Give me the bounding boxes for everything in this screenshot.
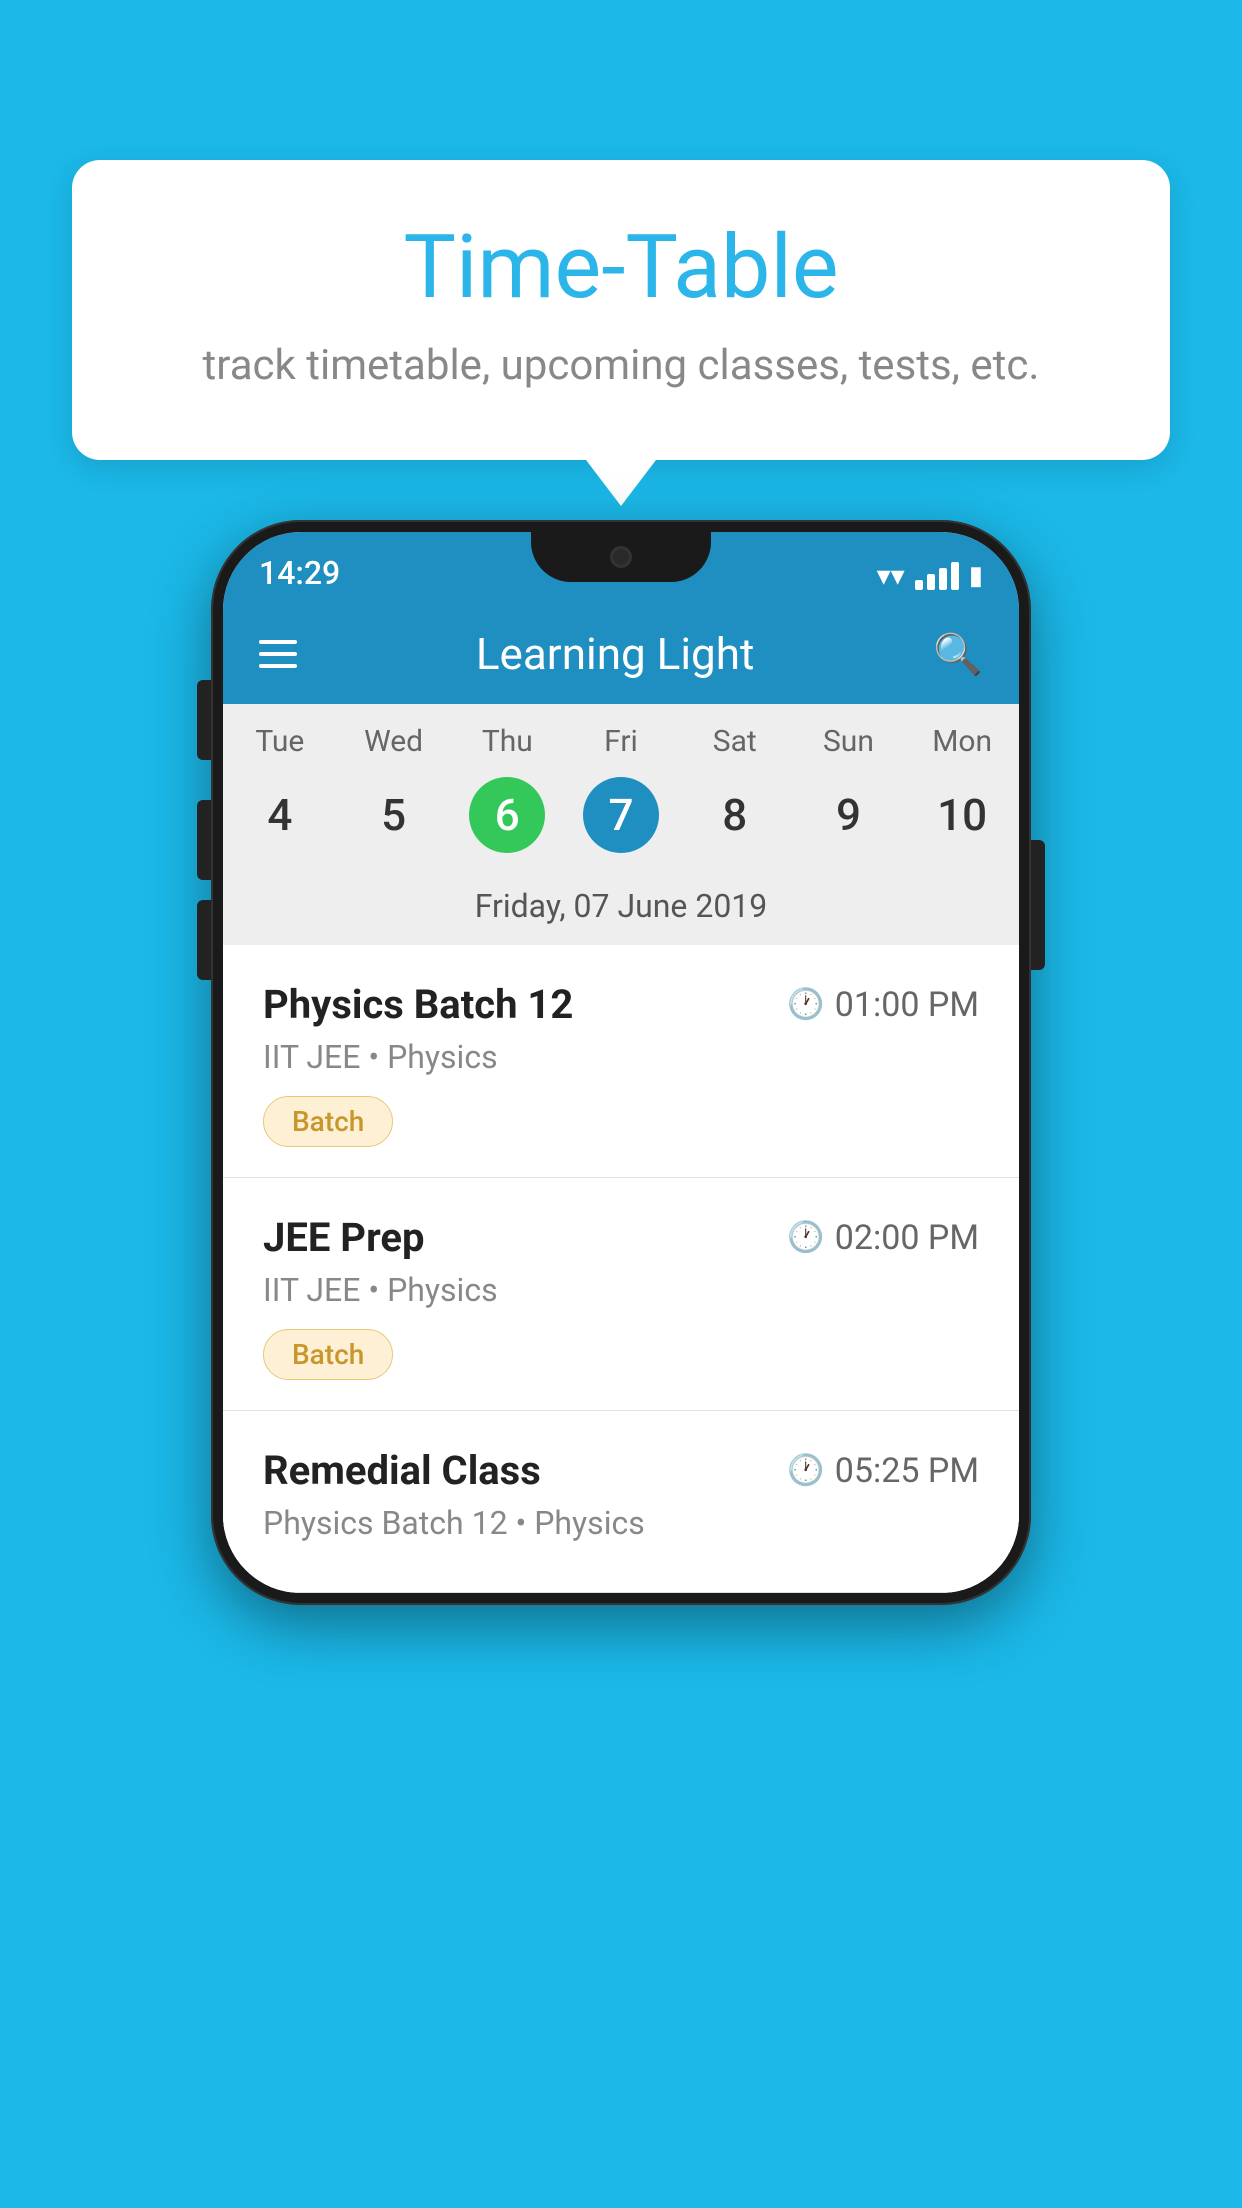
app-header: Learning Light 🔍 — [223, 604, 1019, 704]
day-9[interactable]: 9 — [792, 775, 906, 855]
clock-icon-1: 🕐 — [787, 987, 824, 1022]
batch-badge-2: Batch — [263, 1329, 393, 1380]
day-header-tue: Tue — [223, 724, 337, 759]
day-circle-6: 6 — [469, 777, 545, 853]
clock-icon-3: 🕐 — [787, 1453, 824, 1488]
day-6[interactable]: 6 — [450, 775, 564, 855]
tooltip-subtitle: track timetable, upcoming classes, tests… — [152, 341, 1090, 390]
day-header-mon: Mon — [905, 724, 1019, 759]
schedule-item-3-title: Remedial Class — [263, 1447, 541, 1494]
schedule-item-3[interactable]: Remedial Class 🕐 05:25 PM Physics Batch … — [223, 1411, 1019, 1593]
batch-badge-1: Batch — [263, 1096, 393, 1147]
schedule-item-1-header: Physics Batch 12 🕐 01:00 PM — [263, 981, 979, 1028]
battery-icon: ▮ — [969, 561, 983, 591]
hamburger-menu-icon[interactable] — [259, 640, 297, 668]
search-icon[interactable]: 🔍 — [933, 631, 983, 678]
signal-bars-icon — [915, 562, 959, 590]
phone-outer: 14:29 ▾▾ ▮ — [211, 520, 1031, 1605]
phone-mockup: 14:29 ▾▾ ▮ — [211, 520, 1031, 1605]
day-5[interactable]: 5 — [337, 775, 451, 855]
camera-icon — [610, 546, 632, 568]
phone-notch — [531, 532, 711, 582]
tooltip-card: Time-Table track timetable, upcoming cla… — [72, 160, 1170, 460]
schedule-item-2-time-value: 02:00 PM — [835, 1218, 979, 1258]
schedule-item-2-time: 🕐 02:00 PM — [787, 1218, 979, 1258]
app-title: Learning Light — [476, 628, 755, 680]
schedule-item-1-time: 🕐 01:00 PM — [787, 985, 979, 1025]
day-8[interactable]: 8 — [678, 775, 792, 855]
day-10[interactable]: 10 — [905, 775, 1019, 855]
schedule-item-1-time-value: 01:00 PM — [835, 985, 979, 1025]
schedule-item-2-header: JEE Prep 🕐 02:00 PM — [263, 1214, 979, 1261]
schedule-list: Physics Batch 12 🕐 01:00 PM IIT JEE • Ph… — [223, 945, 1019, 1593]
day-circle-7: 7 — [583, 777, 659, 853]
day-4[interactable]: 4 — [223, 775, 337, 855]
schedule-item-3-subtitle: Physics Batch 12 • Physics — [263, 1504, 979, 1542]
status-time: 14:29 — [259, 554, 340, 592]
schedule-item-2-subtitle: IIT JEE • Physics — [263, 1271, 979, 1309]
schedule-item-1-subtitle: IIT JEE • Physics — [263, 1038, 979, 1076]
schedule-item-2[interactable]: JEE Prep 🕐 02:00 PM IIT JEE • Physics Ba… — [223, 1178, 1019, 1411]
schedule-item-2-title: JEE Prep — [263, 1214, 424, 1261]
day-header-sat: Sat — [678, 724, 792, 759]
schedule-item-1-title: Physics Batch 12 — [263, 981, 573, 1028]
wifi-icon: ▾▾ — [877, 559, 905, 592]
day-numbers: 4 5 6 7 8 9 10 — [223, 767, 1019, 875]
day-headers: Tue Wed Thu Fri Sat Sun Mon — [223, 704, 1019, 767]
status-icons: ▾▾ ▮ — [877, 559, 983, 592]
day-header-fri: Fri — [564, 724, 678, 759]
selected-date-label: Friday, 07 June 2019 — [223, 875, 1019, 945]
day-header-thu: Thu — [450, 724, 564, 759]
phone-inner: 14:29 ▾▾ ▮ — [223, 532, 1019, 1593]
calendar-section: Tue Wed Thu Fri Sat Sun Mon 4 5 6 7 — [223, 704, 1019, 945]
clock-icon-2: 🕐 — [787, 1220, 824, 1255]
day-7[interactable]: 7 — [564, 775, 678, 855]
tooltip-title: Time-Table — [152, 220, 1090, 317]
day-header-wed: Wed — [337, 724, 451, 759]
schedule-item-3-time-value: 05:25 PM — [835, 1451, 979, 1491]
day-header-sun: Sun — [792, 724, 906, 759]
schedule-item-3-time: 🕐 05:25 PM — [787, 1451, 979, 1491]
schedule-item-1[interactable]: Physics Batch 12 🕐 01:00 PM IIT JEE • Ph… — [223, 945, 1019, 1178]
schedule-item-3-header: Remedial Class 🕐 05:25 PM — [263, 1447, 979, 1494]
